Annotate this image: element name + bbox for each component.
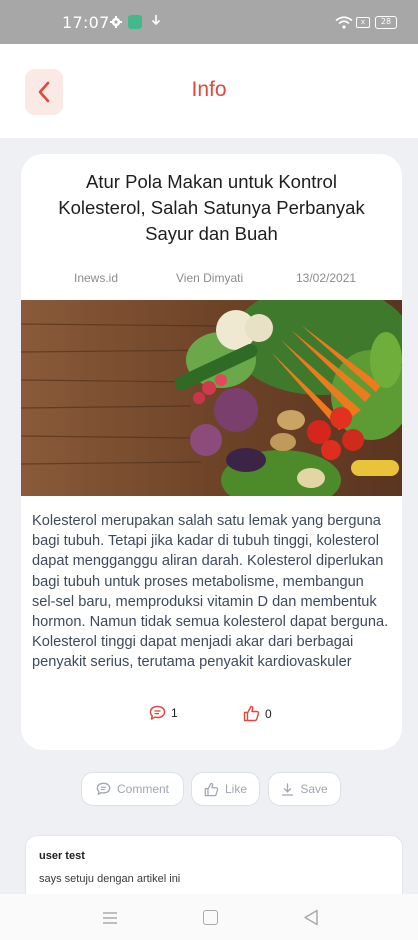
thumbs-up-icon [204,782,219,796]
menu-icon[interactable] [102,912,118,924]
article-body: Kolesterol merupakan salah satu lemak ya… [32,513,389,671]
comment-button[interactable]: Comment [81,772,184,806]
comment-text: says setuju dengan artikel ini [39,873,181,885]
article-card: Atur Pola Makan untuk Kontrol Kolesterol… [21,154,402,750]
save-button[interactable]: Save [268,772,341,806]
comment-icon [96,782,111,795]
like-count[interactable]: 0 [243,705,272,722]
like-count-value: 0 [265,706,272,721]
system-nav-bar [0,894,418,940]
comment-button-label: Comment [116,782,169,796]
article-date: 13/02/2021 [296,271,357,285]
like-button-label: Like [224,782,247,796]
download-icon [282,782,294,796]
app-notification-icon [128,15,142,29]
comment-count[interactable]: 1 [149,705,178,721]
comment-count-value: 1 [171,706,178,720]
article-title: Atur Pola Makan untuk Kontrol Kolesterol… [58,171,365,244]
page-title: Info [191,78,227,101]
app-header: Info [0,44,418,138]
like-button[interactable]: Like [191,772,260,806]
thumbs-up-icon [243,705,260,722]
triangle-back-icon[interactable] [303,909,319,926]
comment-username: user test [39,850,85,862]
home-square-icon[interactable] [203,910,218,925]
article-author: Vien Dimyati [176,271,244,285]
sim-icon: x [356,17,370,28]
article-source: Inews.id [74,271,119,285]
battery-icon: 28 [375,16,397,29]
save-button-label: Save [300,782,328,796]
wifi-icon [335,16,353,29]
settings-gear-icon [110,16,122,28]
download-notification-icon [151,15,161,26]
article-hero-image [21,300,402,496]
status-bar: 17:07 x 28 [0,0,418,44]
status-time: 17:07 [62,13,110,32]
comment-icon [149,705,166,720]
